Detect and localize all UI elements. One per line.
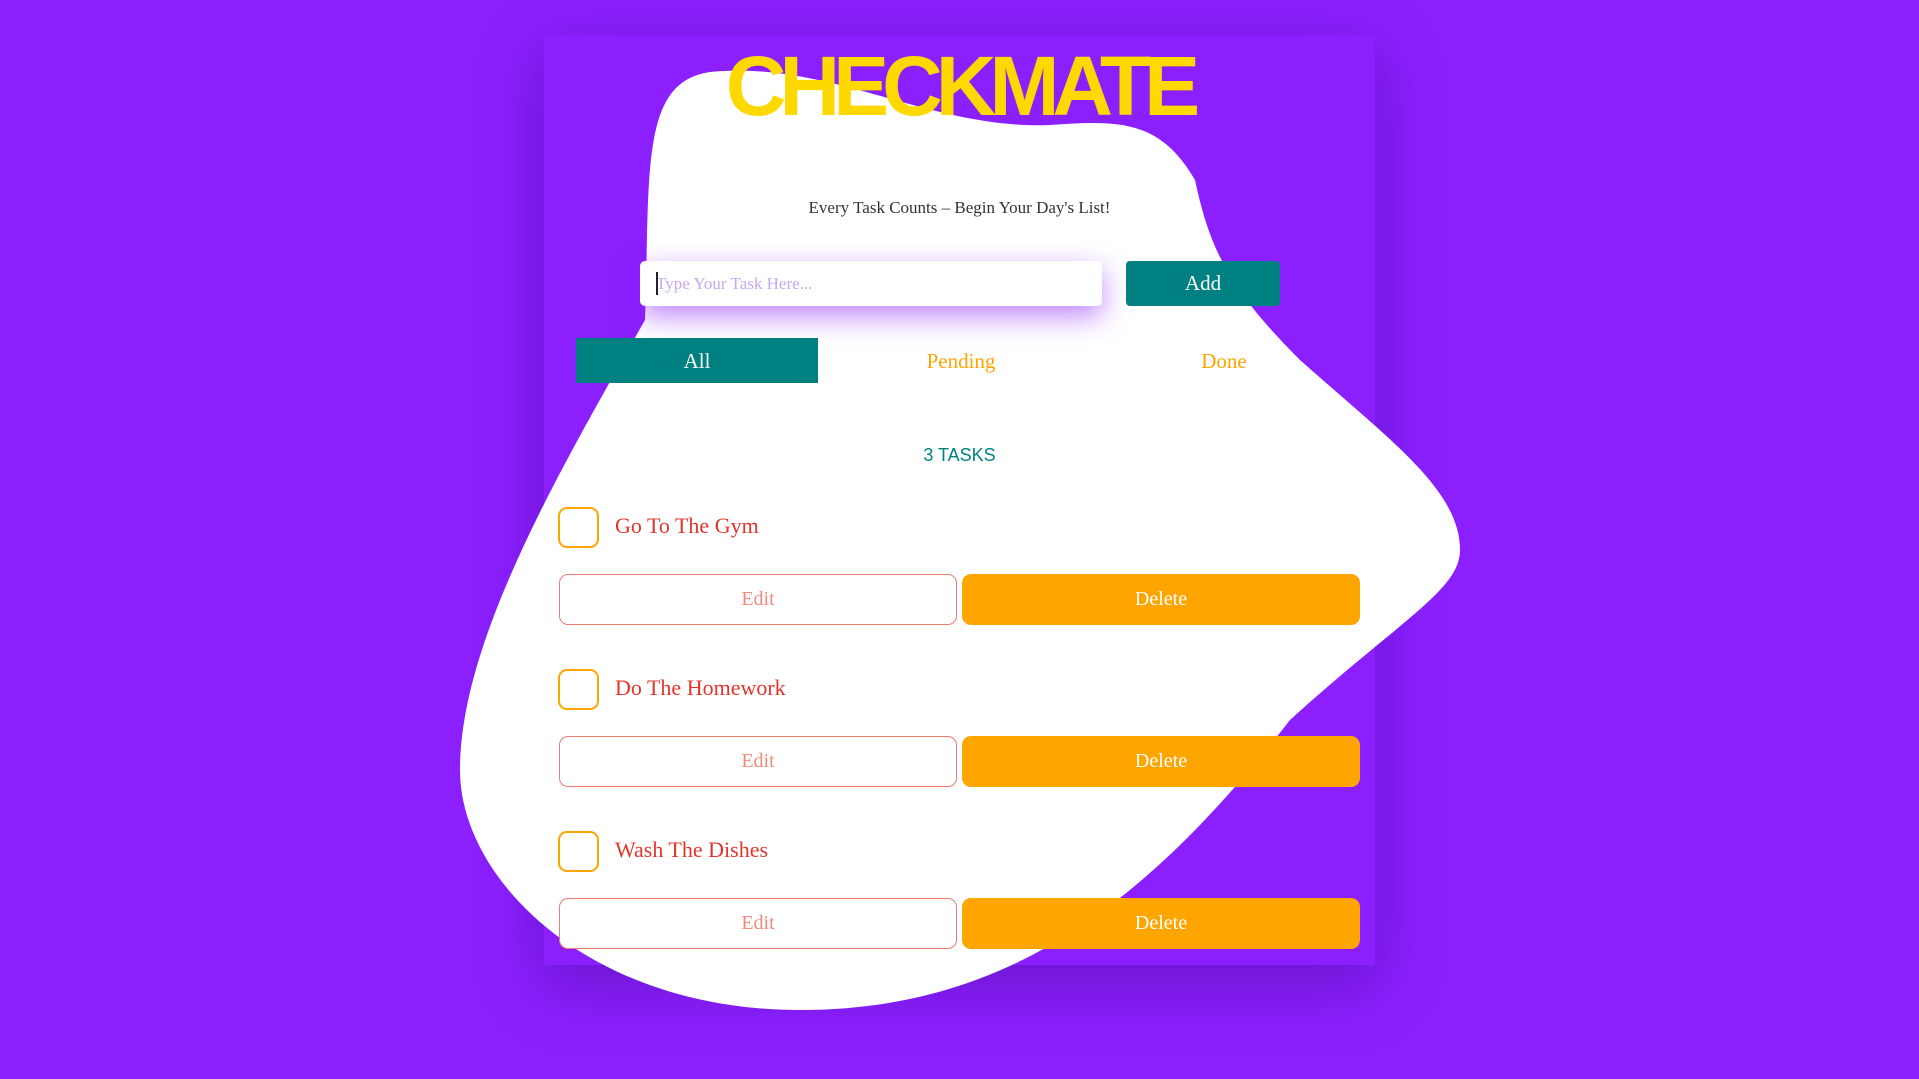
task-label: Go To The Gym <box>615 513 759 538</box>
task-checkbox[interactable] <box>558 507 599 548</box>
task-label: Wash The Dishes <box>615 837 769 862</box>
filter-tabs: All Pending Done <box>576 338 1366 383</box>
app-tagline: Every Task Counts – Begin Your Day's Lis… <box>808 198 1111 217</box>
edit-task-button[interactable]: Edit <box>559 736 957 787</box>
task-item: Do The Homework Edit Delete <box>558 669 1362 789</box>
filter-done-tab[interactable]: Done <box>1103 338 1345 383</box>
task-item: Go To The Gym Edit Delete <box>558 507 1362 627</box>
task-input[interactable] <box>640 261 1102 306</box>
filter-pending-tab[interactable]: Pending <box>840 338 1082 383</box>
add-task-button[interactable]: Add <box>1126 261 1280 306</box>
task-checkbox[interactable] <box>558 669 599 710</box>
delete-task-button[interactable]: Delete <box>962 898 1360 949</box>
task-checkbox[interactable] <box>558 831 599 872</box>
app-background: CHECKMATE Every Task Counts – Begin Your… <box>0 0 1919 1079</box>
delete-task-button[interactable]: Delete <box>962 736 1360 787</box>
task-item: Wash The Dishes Edit Delete <box>558 831 1362 951</box>
filter-all-tab[interactable]: All <box>576 338 818 383</box>
text-caret <box>656 272 658 295</box>
task-count: 3 TASKS <box>923 445 996 465</box>
delete-task-button[interactable]: Delete <box>962 574 1360 625</box>
app-title: CHECKMATE <box>725 39 1200 133</box>
edit-task-button[interactable]: Edit <box>559 898 957 949</box>
edit-task-button[interactable]: Edit <box>559 574 957 625</box>
task-label: Do The Homework <box>615 675 786 700</box>
